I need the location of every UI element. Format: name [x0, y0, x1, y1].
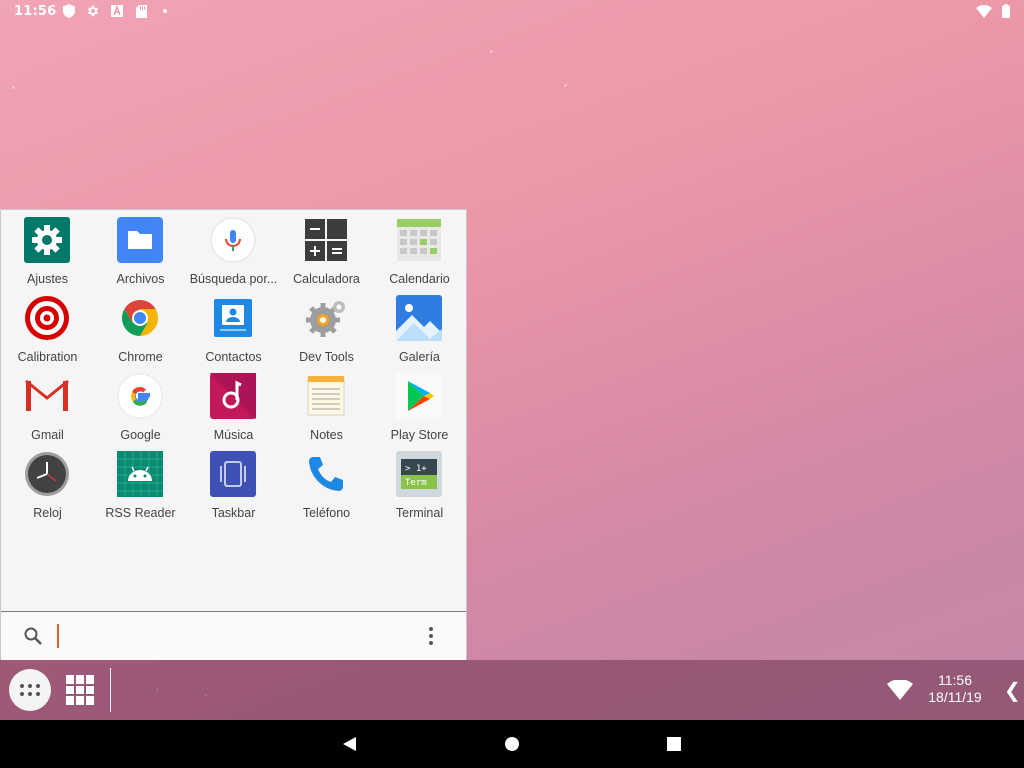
- settings-icon: [24, 217, 70, 263]
- app-terminal[interactable]: > 1+ Term Terminal: [373, 444, 466, 522]
- gmail-icon: [24, 373, 70, 419]
- calculator-icon: [303, 217, 349, 263]
- clock-icon: [24, 451, 70, 497]
- wifi-icon[interactable]: [887, 679, 913, 700]
- app-label: Calculadora: [293, 272, 360, 286]
- app-gmail[interactable]: Gmail: [1, 366, 94, 444]
- app-label: Calibration: [17, 350, 78, 364]
- play-store-icon: [396, 373, 442, 419]
- app-notes[interactable]: Notes: [280, 366, 373, 444]
- start-button[interactable]: [9, 669, 51, 711]
- app-label: Música: [213, 428, 254, 442]
- status-bar: 11:56: [0, 0, 1024, 24]
- app-galeria[interactable]: Galería: [373, 288, 466, 366]
- back-icon[interactable]: [341, 736, 357, 752]
- app-drawer: Ajustes Archivos Búsqueda por... Calcula…: [0, 209, 467, 660]
- search-icon[interactable]: [23, 626, 43, 646]
- text-a-icon: [110, 4, 124, 18]
- app-label: Dev Tools: [299, 350, 354, 364]
- target-icon: [24, 295, 70, 341]
- app-calculadora[interactable]: Calculadora: [280, 210, 373, 288]
- app-label: Play Store: [390, 428, 449, 442]
- app-label: Chrome: [118, 350, 163, 364]
- wifi-icon: [976, 4, 992, 22]
- app-label: Archivos: [116, 272, 165, 286]
- app-taskbar[interactable]: Taskbar: [187, 444, 280, 522]
- gear-icon: [86, 4, 100, 18]
- taskbar-time: 11:56: [938, 672, 972, 688]
- gears-icon: [303, 295, 349, 341]
- calendar-icon: [396, 217, 442, 263]
- home-icon[interactable]: [504, 736, 520, 752]
- app-telefono[interactable]: Teléfono: [280, 444, 373, 522]
- app-ajustes[interactable]: Ajustes: [1, 210, 94, 288]
- app-label: Calendario: [389, 272, 450, 286]
- app-label: Ajustes: [27, 272, 68, 286]
- app-label: RSS Reader: [105, 506, 176, 520]
- terminal-icon: > 1+ Term: [396, 451, 442, 497]
- phone-icon: [303, 451, 349, 497]
- app-reloj[interactable]: Reloj: [1, 444, 94, 522]
- microphone-icon: [210, 217, 256, 263]
- recent-apps-grid-icon[interactable]: [66, 675, 94, 705]
- more-vert-icon[interactable]: [425, 626, 437, 646]
- taskbar-divider: [110, 668, 111, 712]
- notepad-icon: [303, 373, 349, 419]
- battery-icon: [1002, 4, 1010, 22]
- contacts-icon: [210, 295, 256, 341]
- app-busqueda-por-voz[interactable]: Búsqueda por...: [187, 210, 280, 288]
- taskbar-date: 18/11/19: [928, 689, 982, 705]
- app-label: Taskbar: [211, 506, 256, 520]
- app-musica[interactable]: Música: [187, 366, 280, 444]
- app-label: Google: [120, 428, 161, 442]
- navigation-bar: [0, 720, 1024, 768]
- svg-text:Term: Term: [405, 478, 427, 488]
- status-right: [976, 4, 1010, 22]
- sd-card-icon: [134, 4, 148, 18]
- app-label: Contactos: [205, 350, 262, 364]
- app-label: Gmail: [31, 428, 64, 442]
- app-label: Teléfono: [302, 506, 351, 520]
- app-play-store[interactable]: Play Store: [373, 366, 466, 444]
- gallery-icon: [396, 295, 442, 341]
- app-calendario[interactable]: Calendario: [373, 210, 466, 288]
- taskbar-clock[interactable]: 11:56 18/11/19: [920, 672, 990, 706]
- recents-icon[interactable]: [666, 736, 682, 752]
- google-icon: [117, 373, 163, 419]
- shield-icon: [62, 4, 76, 18]
- app-chrome[interactable]: Chrome: [94, 288, 187, 366]
- collapse-chevron-icon[interactable]: ❮: [1004, 680, 1021, 700]
- status-time: 11:56: [14, 4, 57, 19]
- app-grid-dots-icon: [20, 684, 40, 696]
- app-search-bar: [1, 611, 466, 660]
- chrome-icon: [117, 295, 163, 341]
- app-label: Reloj: [33, 506, 62, 520]
- app-contactos[interactable]: Contactos: [187, 288, 280, 366]
- app-rss-reader[interactable]: RSS Reader: [94, 444, 187, 522]
- android-icon: [117, 451, 163, 497]
- dot-icon: [158, 4, 172, 18]
- app-label: Galería: [399, 350, 440, 364]
- app-archivos[interactable]: Archivos: [94, 210, 187, 288]
- app-dev-tools[interactable]: Dev Tools: [280, 288, 373, 366]
- app-label: Notes: [310, 428, 343, 442]
- app-google[interactable]: Google: [94, 366, 187, 444]
- folder-icon: [117, 217, 163, 263]
- app-calibration[interactable]: Calibration: [1, 288, 94, 366]
- search-input[interactable]: [61, 622, 405, 652]
- taskbar: 11:56 18/11/19 ❮: [0, 660, 1024, 720]
- music-icon: [210, 373, 256, 419]
- svg-text:> 1+: > 1+: [405, 464, 427, 474]
- taskbar-app-icon: [210, 451, 256, 497]
- text-cursor: [57, 624, 59, 648]
- status-icons: [62, 4, 172, 18]
- app-label: Búsqueda por...: [189, 272, 278, 286]
- app-label: Terminal: [395, 506, 444, 520]
